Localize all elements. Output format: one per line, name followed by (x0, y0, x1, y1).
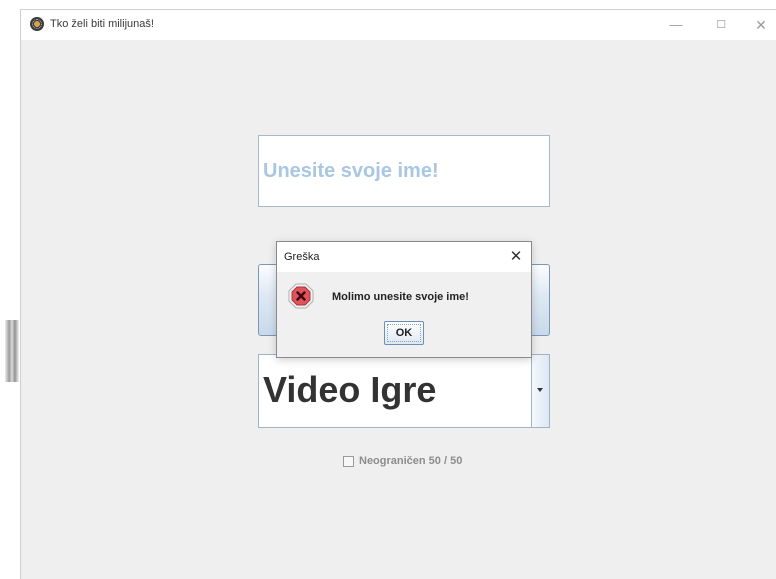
window-title: Tko želi biti milijunaš! (50, 18, 154, 30)
dialog-close-button[interactable]: ✕ (505, 247, 527, 267)
name-input[interactable] (258, 135, 550, 207)
app-logo-icon (30, 17, 44, 31)
dialog-message: Molimo unesite svoje ime! (332, 291, 469, 303)
minimize-button[interactable]: — (661, 16, 691, 34)
unlimited-fifty-fifty-checkbox[interactable]: Neograničen 50 / 50 (343, 454, 462, 468)
category-dropdown[interactable]: Video Igre (258, 354, 550, 428)
maximize-button[interactable]: ☐ (706, 16, 736, 34)
error-dialog: Greška ✕ Molimo unesite svoje ime! OK (276, 241, 532, 358)
category-selected-value: Video Igre (263, 369, 437, 410)
main-window: Tko želi biti milijunaš! — ☐ ✕ Video Igr… (20, 9, 776, 579)
dialog-title: Greška (284, 251, 320, 263)
window-titlebar: Tko želi biti milijunaš! — ☐ ✕ (21, 10, 776, 40)
background-blur (5, 320, 19, 382)
error-icon (288, 283, 314, 309)
background-desktop (0, 0, 20, 579)
ok-button[interactable]: OK (384, 321, 424, 345)
dropdown-arrow-icon[interactable] (531, 355, 549, 427)
checkbox-box[interactable] (343, 455, 354, 467)
close-window-button[interactable]: ✕ (746, 16, 776, 34)
checkbox-label[interactable]: Neograničen 50 / 50 (359, 455, 462, 467)
dialog-titlebar: Greška ✕ (277, 242, 531, 272)
